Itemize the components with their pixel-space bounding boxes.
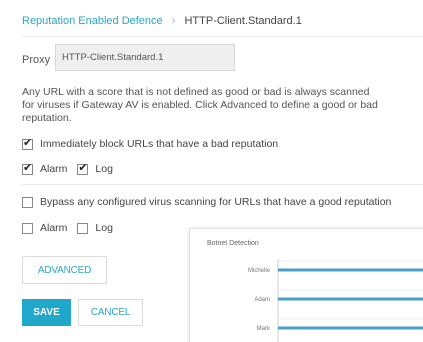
botnet-detection-chart-card: Botnet Detection Michelle Adam Mark	[189, 228, 423, 342]
bypass-good-label: Bypass any configured virus scanning for…	[40, 196, 392, 208]
chart-bar	[278, 297, 423, 301]
proxy-label: Proxy	[22, 54, 51, 66]
block-bad-alarm-checkbox[interactable]	[22, 161, 33, 175]
bypass-good-log-checkbox[interactable]	[77, 222, 89, 234]
chart-category-label: Adam	[254, 297, 270, 303]
chart-category-label: Mark	[257, 326, 271, 332]
bypass-good-row: Bypass any configured virus scanning for…	[22, 196, 391, 208]
header-divider	[22, 36, 423, 37]
bypass-good-alarm-label: Alarm	[40, 222, 68, 234]
chart-bar	[278, 268, 423, 272]
bypass-good-log-label: Log	[95, 222, 113, 234]
bypass-good-alarm-checkbox[interactable]	[22, 222, 33, 234]
bypass-good-checkbox[interactable]	[22, 196, 33, 208]
block-bad-alarm-label: Alarm	[40, 163, 68, 175]
save-button[interactable]: SAVE	[22, 299, 71, 326]
breadcrumb-current: HTTP-Client.Standard.1	[184, 15, 302, 27]
block-bad-row: Immediately block URLs that have a bad r…	[22, 136, 279, 150]
description-line-3: reputation.	[22, 112, 72, 124]
block-bad-log-label: Log	[95, 163, 113, 175]
block-bad-checkbox[interactable]	[22, 136, 33, 150]
proxy-field[interactable]	[55, 44, 235, 71]
chart-bar	[278, 326, 423, 330]
description-line-2: for viruses if Gateway AV is enabled. Cl…	[22, 99, 378, 111]
breadcrumb-parent-link[interactable]: Reputation Enabled Defence	[22, 15, 163, 27]
description-line-1: Any URL with a score that is not defined…	[22, 86, 370, 98]
description-text: Any URL with a score that is not defined…	[22, 86, 423, 125]
chart-category-label: Michelle	[248, 268, 271, 274]
advanced-button[interactable]: ADVANCED	[22, 256, 107, 284]
block-bad-label: Immediately block URLs that have a bad r…	[40, 138, 279, 150]
block-bad-options-row: Alarm Log	[22, 161, 113, 175]
breadcrumb-separator: ›	[171, 15, 176, 27]
cancel-button[interactable]: CANCEL	[78, 299, 143, 326]
botnet-detection-chart: Michelle Adam Mark	[248, 259, 423, 342]
block-bad-log-checkbox[interactable]	[77, 161, 89, 175]
section-divider	[22, 184, 423, 185]
breadcrumb: Reputation Enabled Defence › HTTP-Client…	[22, 15, 302, 27]
bypass-good-options-row: Alarm Log	[22, 222, 113, 234]
